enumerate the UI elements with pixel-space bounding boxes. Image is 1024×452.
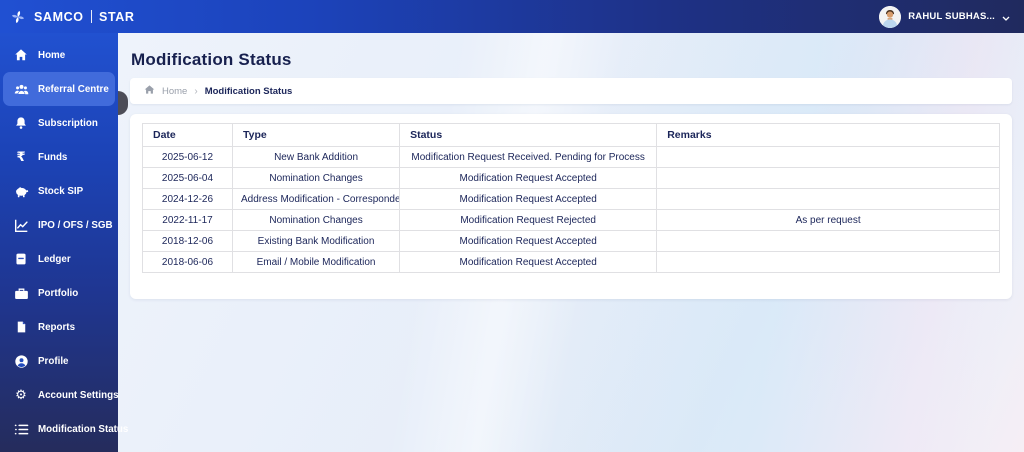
sidebar-item-label: Ledger (38, 253, 71, 265)
sidebar-item-portfolio[interactable]: Portfolio (3, 276, 115, 310)
chart-icon (13, 218, 29, 233)
briefcase-icon (13, 286, 29, 301)
cell-remarks (656, 146, 1000, 168)
sidebar-item-subscription[interactable]: Subscription (3, 106, 115, 140)
cell-remarks (656, 251, 1000, 273)
user-name: RAHUL SUBHAS... (908, 11, 995, 22)
sidebar-item-stock-sip[interactable]: Stock SIP (3, 174, 115, 208)
modification-status-table: Date Type Status Remarks 2025-06-12 New … (142, 123, 1000, 273)
samco-pinwheel-icon (10, 7, 26, 27)
sidebar-item-label: Subscription (38, 117, 98, 129)
home-icon (144, 82, 155, 100)
cell-type: Nomination Changes (231, 209, 401, 231)
cell-status: Modification Request Accepted (399, 230, 658, 252)
sidebar-item-home[interactable]: Home (3, 38, 115, 72)
cell-status: Modification Request Received. Pending f… (399, 146, 658, 168)
cell-remarks (656, 230, 1000, 252)
bell-icon (13, 116, 29, 130)
piggy-bank-icon (13, 184, 29, 199)
gear-icon: ⚙ (15, 387, 27, 403)
sidebar-nav: Home Referral Centre Subscription ₹ Fund… (0, 33, 128, 452)
brand-name-samco: SAMCO (34, 9, 84, 24)
sidebar-item-label: Account Settings (38, 389, 119, 401)
list-icon (13, 422, 29, 437)
users-icon (13, 82, 29, 97)
cell-type: Email / Mobile Modification (231, 251, 401, 273)
sidebar-item-label: Stock SIP (38, 185, 84, 197)
breadcrumb-separator: › (194, 85, 198, 97)
modification-status-card: Date Type Status Remarks 2025-06-12 New … (130, 114, 1012, 299)
user-menu[interactable]: RAHUL SUBHAS... (879, 5, 1024, 28)
cell-date: 2018-12-06 (142, 230, 233, 252)
table-row: 2024-12-26 Address Modification - Corres… (142, 188, 1000, 210)
sidebar-item-funds[interactable]: ₹ Funds (3, 140, 115, 174)
chevron-down-icon (1002, 8, 1010, 26)
sidebar-item-label: Portfolio (38, 287, 79, 299)
column-header-remarks: Remarks (656, 123, 1000, 147)
sidebar-item-account-settings[interactable]: ⚙ Account Settings (3, 378, 118, 412)
sidebar-item-label: Referral Centre (38, 83, 109, 95)
sidebar-item-label: Home (38, 49, 66, 61)
brand-name-star: STAR (99, 9, 135, 24)
table-row: 2018-12-06 Existing Bank Modification Mo… (142, 230, 1000, 252)
cell-date: 2018-06-06 (142, 251, 233, 273)
breadcrumb: Home › Modification Status (130, 78, 1012, 104)
sidebar-item-label: Reports (38, 321, 76, 333)
cell-type: Existing Bank Modification (231, 230, 401, 252)
cell-type: Address Modification - Correspondence (231, 188, 401, 210)
sidebar-item-ipo-ofs-sgb[interactable]: IPO / OFS / SGB (3, 208, 115, 242)
cell-date: 2025-06-12 (142, 146, 233, 168)
sidebar-item-modification-status[interactable]: Modification Status (3, 412, 128, 446)
table-row: 2022-11-17 Nomination Changes Modificati… (142, 209, 1000, 231)
breadcrumb-current: Modification Status (204, 85, 293, 97)
brand-logo[interactable]: SAMCO STAR (0, 7, 135, 27)
page-title: Modification Status (131, 50, 292, 69)
sidebar-item-referral-centre[interactable]: Referral Centre (3, 72, 115, 106)
top-bar: SAMCO STAR RAHUL SUBHAS... (0, 0, 1024, 33)
cell-status: Modification Request Accepted (399, 167, 658, 189)
cell-type: Nomination Changes (231, 167, 401, 189)
sidebar-item-label: Profile (38, 355, 69, 367)
sidebar-item-ledger[interactable]: Ledger (3, 242, 115, 276)
cell-date: 2025-06-04 (142, 167, 233, 189)
sidebar-item-label: Modification Status (38, 423, 129, 435)
cell-remarks (656, 167, 1000, 189)
home-icon (13, 48, 29, 62)
sidebar-collapse-handle[interactable] (118, 91, 128, 115)
cell-remarks: As per request (656, 209, 1000, 231)
document-icon (13, 320, 29, 334)
rupee-icon: ₹ (16, 149, 26, 165)
table-row: 2018-06-06 Email / Mobile Modification M… (142, 251, 1000, 273)
breadcrumb-home-link[interactable]: Home (162, 86, 187, 97)
cell-date: 2024-12-26 (142, 188, 233, 210)
column-header-type: Type (231, 123, 401, 147)
profile-icon (13, 354, 29, 369)
book-icon (13, 252, 29, 266)
column-header-status: Status (399, 123, 658, 147)
cell-type: New Bank Addition (231, 146, 401, 168)
brand-separator (90, 10, 93, 23)
table-header-row: Date Type Status Remarks (142, 123, 1000, 147)
avatar (879, 5, 902, 28)
cell-remarks (656, 188, 1000, 210)
table-row: 2025-06-12 New Bank Addition Modificatio… (142, 146, 1000, 168)
sidebar-item-label: IPO / OFS / SGB (38, 219, 113, 231)
table-row: 2025-06-04 Nomination Changes Modificati… (142, 167, 1000, 189)
sidebar-item-label: Funds (38, 151, 68, 163)
column-header-date: Date (142, 123, 233, 147)
cell-status: Modification Request Accepted (399, 188, 658, 210)
cell-date: 2022-11-17 (142, 209, 233, 231)
sidebar-item-reports[interactable]: Reports (3, 310, 115, 344)
cell-status: Modification Request Rejected (399, 209, 658, 231)
sidebar-item-profile[interactable]: Profile (3, 344, 115, 378)
main-content: Modification Status Home › Modification … (118, 33, 1024, 452)
cell-status: Modification Request Accepted (399, 251, 658, 273)
